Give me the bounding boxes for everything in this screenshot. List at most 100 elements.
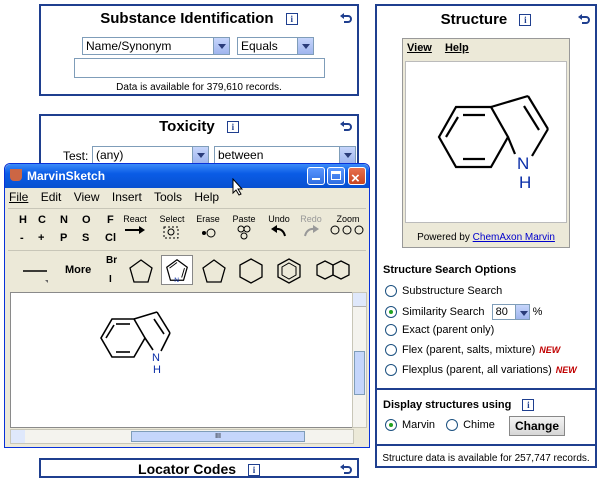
drawing-canvas[interactable]: N H [10, 292, 354, 428]
chevron-down-icon[interactable] [192, 147, 208, 163]
radio-chime[interactable] [446, 419, 459, 432]
chevron-down-icon[interactable] [339, 147, 355, 163]
back-arrow-icon[interactable] [577, 13, 591, 27]
radio-substructure[interactable] [385, 285, 397, 298]
element-cl[interactable]: Cl [105, 232, 116, 244]
back-arrow-icon[interactable] [339, 12, 353, 26]
option-flexplus[interactable]: Flexplus (parent, all variations) NEW [385, 364, 577, 377]
paste-label: Paste [232, 214, 256, 224]
scroll-left-arrow[interactable] [11, 430, 25, 443]
toolbar-divider [8, 208, 366, 209]
sketch-nitrogen-label: N [152, 352, 160, 364]
menu-edit[interactable]: Edit [41, 190, 62, 204]
redo-tool[interactable]: Redo [296, 214, 326, 241]
select-tool[interactable]: Select [155, 214, 189, 243]
element-s[interactable]: S [82, 232, 89, 244]
charge-minus[interactable]: - [20, 232, 24, 244]
chevron-down-icon[interactable] [213, 38, 229, 54]
search-options-title: Structure Search Options [383, 264, 517, 276]
cyclopentane-button[interactable] [125, 256, 157, 286]
info-icon[interactable]: i [522, 399, 535, 412]
range-select[interactable]: between [214, 146, 356, 164]
info-icon[interactable]: i [226, 121, 239, 134]
change-button[interactable]: Change [509, 416, 565, 436]
back-arrow-icon[interactable] [339, 463, 353, 477]
scroll-up-arrow[interactable] [353, 293, 366, 307]
more-button[interactable]: More [65, 264, 91, 276]
react-tool[interactable]: React [118, 214, 152, 239]
minimize-button[interactable] [307, 167, 325, 185]
display-title-label: Display structures using [383, 399, 512, 411]
info-icon[interactable]: i [285, 13, 298, 26]
menu-file[interactable]: File [9, 190, 28, 204]
erase-tool[interactable]: Erase [191, 214, 225, 243]
viewer-menu-help[interactable]: Help [445, 42, 469, 54]
chevron-down-icon[interactable] [514, 305, 529, 319]
operator-select[interactable]: Equals [237, 37, 314, 55]
back-arrow-icon[interactable] [339, 120, 353, 134]
scroll-thumb[interactable] [354, 351, 365, 395]
locator-codes-panel: Locator Codes i [39, 458, 359, 478]
option-similarity[interactable]: Similarity Search 80 % [385, 304, 542, 320]
cyclopentadiene-button[interactable] [198, 256, 230, 286]
substance-search-input[interactable] [74, 58, 325, 78]
vertical-scrollbar[interactable] [352, 292, 367, 428]
test-value: (any) [96, 148, 124, 162]
redo-label: Redo [300, 214, 322, 224]
maximize-button[interactable] [327, 167, 345, 185]
option-flex[interactable]: Flex (parent, salts, mixture) NEW [385, 344, 560, 357]
element-i[interactable]: I [109, 274, 112, 285]
menu-help[interactable]: Help [194, 190, 219, 204]
menu-insert[interactable]: Insert [112, 190, 142, 204]
arrow-right-icon [125, 226, 145, 234]
svg-text:N: N [174, 277, 179, 284]
marvinsketch-window[interactable]: MarvinSketch × File Edit View Insert Too… [4, 163, 370, 448]
element-h[interactable]: H [19, 214, 27, 226]
benzene-button[interactable] [273, 256, 305, 286]
radio-similarity[interactable] [385, 306, 397, 318]
option-exact[interactable]: Exact (parent only) [385, 324, 494, 337]
divider [377, 388, 595, 390]
naphthalene-button[interactable] [314, 256, 354, 286]
paste-tool[interactable]: Paste [227, 214, 261, 245]
element-o[interactable]: O [82, 214, 91, 226]
close-button[interactable]: × [348, 167, 366, 187]
charge-plus[interactable]: + [38, 232, 44, 244]
radio-exact[interactable] [385, 324, 397, 337]
element-c[interactable]: C [38, 214, 46, 226]
element-br[interactable]: Br [106, 255, 117, 266]
info-icon[interactable]: i [519, 14, 532, 27]
search-type-select[interactable]: Name/Synonym [82, 37, 230, 55]
radio-marvin[interactable] [385, 419, 397, 432]
element-p[interactable]: P [60, 232, 67, 244]
hscroll-thumb[interactable]: III [131, 431, 305, 442]
test-select[interactable]: (any) [92, 146, 209, 164]
chemaxon-link[interactable]: ChemAxon Marvin [473, 232, 555, 243]
similarity-select[interactable]: 80 [491, 304, 530, 320]
pyrrole-button[interactable]: N [161, 255, 193, 285]
element-n[interactable]: N [60, 214, 68, 226]
indole-structure-image: N H [437, 94, 549, 192]
radio-flexplus[interactable] [385, 364, 397, 377]
element-f[interactable]: F [107, 214, 114, 226]
horizontal-scrollbar[interactable]: III [10, 429, 354, 444]
display-options: Marvin Chime [385, 419, 495, 432]
chevron-down-icon[interactable] [297, 38, 313, 54]
radio-flex[interactable] [385, 344, 397, 357]
window-title-bar[interactable]: MarvinSketch × [5, 164, 369, 188]
cyclohexane-button[interactable] [235, 256, 267, 286]
option-substructure[interactable]: Substructure Search [385, 285, 502, 298]
undo-icon [271, 225, 286, 237]
single-bond-button[interactable] [19, 256, 51, 286]
undo-tool[interactable]: Undo [264, 214, 294, 241]
toxicity-panel-header: Toxicity i [41, 118, 357, 135]
viewer-menu-view[interactable]: View [407, 42, 432, 54]
java-cup-icon [10, 169, 22, 181]
menu-view[interactable]: View [74, 190, 100, 204]
structure-viewer[interactable]: View Help N H Powered by ChemAxon Marvin [402, 38, 570, 248]
zoom-tool[interactable]: Zoom [329, 214, 367, 241]
lasso-select-icon [163, 226, 179, 239]
redo-icon [304, 225, 319, 237]
info-icon[interactable]: i [247, 464, 260, 477]
menu-tools[interactable]: Tools [154, 190, 182, 204]
